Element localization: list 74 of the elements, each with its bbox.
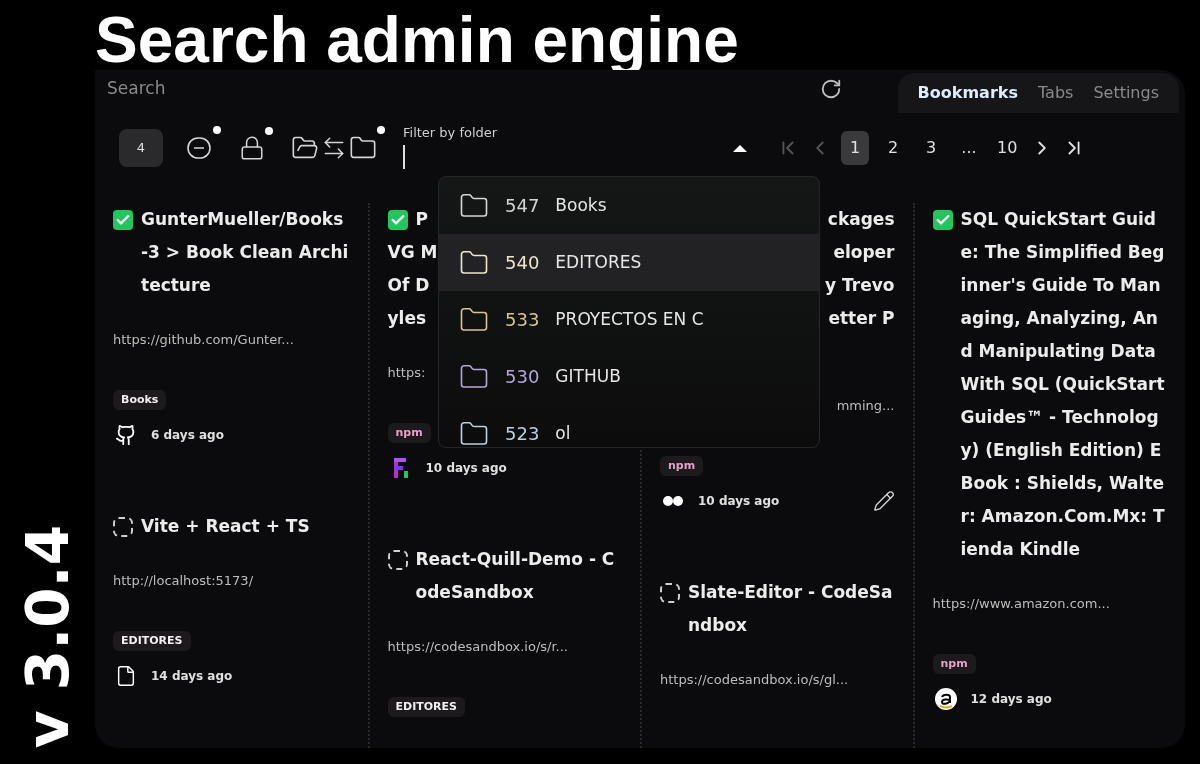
tag: EDITORES [113,630,191,651]
letter-f-icon [391,457,410,479]
folder-option[interactable]: 523 ol [439,405,819,447]
checkbox[interactable] [387,209,408,230]
refresh-icon[interactable] [820,78,842,100]
cat-icon [115,424,137,446]
search-field[interactable]: Search [107,76,787,102]
bookmark-title[interactable]: Of D [387,272,430,299]
bookmark-title[interactable]: eloper [833,239,895,266]
tab[interactable]: Settings [1093,81,1159,105]
page-button[interactable]: 2 [879,131,907,165]
page-button[interactable]: ... [955,131,983,165]
dots-icon [662,495,684,507]
folder-count: 547 [505,194,540,218]
bookmark-url[interactable]: https://www.amazon.com... [932,594,1110,614]
folder-option[interactable]: 533 PROYECTOS EN C [439,291,819,348]
tag: npm [387,422,431,443]
bookmark-url[interactable]: https: [387,363,426,383]
headline: Search admin engine [95,8,739,72]
tag: EDITORES [387,696,465,717]
folder-name: PROYECTOS EN C [555,307,704,331]
bookmark-url[interactable]: http://localhost:5173/ [113,571,254,591]
folder-count: 530 [505,365,540,389]
bookmark-title[interactable]: P [415,206,428,233]
folder-name: Books [555,193,607,217]
checkbox[interactable] [113,209,133,230]
filter-label: Filter by folder [403,123,499,142]
time-ago: 12 days ago [970,691,1052,708]
pencil-icon[interactable] [872,490,895,512]
time-ago: 14 days ago [151,668,233,685]
bookmark-url[interactable]: https://codesandbox.io/s/r... [387,637,568,657]
bookmark-title[interactable]: ckages [827,206,895,233]
checkbox[interactable] [932,209,953,230]
bookmark-url[interactable]: https://github.com/Gunter... [113,330,294,350]
folder-count: 540 [505,251,540,275]
checkbox[interactable] [660,582,680,603]
bookmark-url[interactable]: mming... [836,396,895,416]
folder-name: GITHUB [555,364,621,388]
folder-name: ol [555,421,571,445]
checkbox[interactable] [113,516,133,537]
page-button[interactable]: 3 [917,131,945,165]
bookmark-title[interactable]: React-Quill-Demo - CodeSandbox [415,543,622,609]
checkbox[interactable] [387,549,408,570]
tag: npm [932,653,976,674]
caret-up-icon[interactable] [731,143,749,153]
folder-option[interactable]: 547 Books [439,177,819,234]
bookmark-title[interactable]: VG M [387,239,438,266]
folder-count: 523 [505,422,540,446]
bookmark-title[interactable]: y Trevo [825,272,895,299]
bookmark-title[interactable]: Vite + React + TS [141,510,310,543]
bookmark-title[interactable]: yles [387,305,427,332]
bookmark-title[interactable]: etter P [828,305,895,332]
folder-name: EDITORES [555,250,642,274]
bookmark-url[interactable]: https://codesandbox.io/s/gl... [660,670,849,690]
tab[interactable]: Bookmarks [917,81,1018,105]
file-icon [115,665,137,687]
lock-icon[interactable] [239,135,265,161]
bookmark-title[interactable]: GunterMueller/Books-3 > Book Clean Architecture [141,203,350,302]
tab[interactable]: Tabs [1037,81,1074,105]
folder-option[interactable]: 530 GITHUB [439,348,819,405]
page-button[interactable]: 10 [993,131,1022,165]
tag: Books [113,389,167,410]
version-label: v 3.0.4 [18,524,77,748]
page-button[interactable]: 1 [841,131,869,165]
folder-option[interactable]: 540 EDITORES [439,234,819,291]
count-button[interactable]: 4 [119,129,163,167]
bookmark-title[interactable]: SQL QuickStart Guide: The Simplified Beginner's Guide To Managing, Analyzing, And Manipulating Data With SQL (QuickStart Guides™ - Technology) (English Edition) EBook : Shields, Walter: Amazon.Com.Mx: Tienda Kindle [960,203,1167,566]
bookmark-title[interactable]: Slate-Editor - CodeSandbox [688,576,895,642]
time-ago: 10 days ago [698,493,780,510]
time-ago: 6 days ago [151,427,224,444]
time-ago: 10 days ago [425,460,507,477]
letter-a-icon [933,687,958,711]
tag: npm [660,455,704,476]
folder-count: 533 [505,308,540,332]
